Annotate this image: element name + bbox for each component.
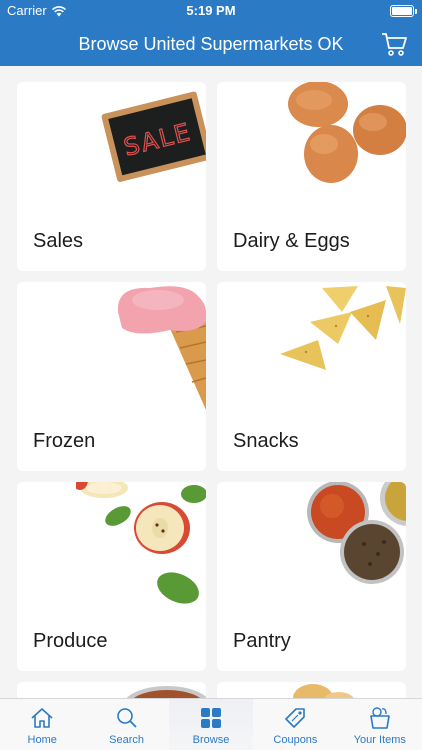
category-tile-sales[interactable]: SALE Sales: [17, 82, 206, 271]
spice-bowls-image: [307, 482, 406, 584]
tab-home[interactable]: Home: [0, 699, 84, 750]
category-label: Frozen: [33, 430, 96, 452]
category-label: Pantry: [233, 630, 291, 652]
tab-bar: Home Search Browse Coupons Your Items: [0, 698, 422, 750]
tab-coupons[interactable]: Coupons: [253, 699, 337, 750]
tab-label: Browse: [192, 734, 230, 746]
status-bar: Carrier 5:19 PM: [0, 0, 422, 22]
search-icon: [116, 708, 137, 728]
category-tile-snacks[interactable]: Snacks: [217, 282, 406, 471]
category-label: Snacks: [233, 430, 299, 452]
tab-label: Home: [27, 734, 57, 746]
nav-bar: Browse United Supermarkets OK: [0, 22, 422, 66]
status-time: 5:19 PM: [186, 3, 236, 18]
eggs-image: [288, 82, 406, 183]
battery-icon: [390, 5, 417, 17]
category-tile-dairy-eggs[interactable]: Dairy & Eggs: [217, 82, 406, 271]
category-label: Dairy & Eggs: [233, 230, 350, 252]
page-title: Browse United Supermarkets OK: [78, 34, 344, 54]
cart-icon[interactable]: [380, 30, 408, 58]
category-tile-frozen[interactable]: Frozen: [17, 282, 206, 471]
grid-icon: [201, 708, 222, 728]
tab-label: Your Items: [353, 734, 406, 746]
home-icon: [31, 708, 53, 728]
category-label: Produce: [33, 630, 108, 652]
tab-browse[interactable]: Browse: [168, 699, 254, 750]
category-tile-produce[interactable]: Produce: [17, 482, 206, 671]
battery-fill: [392, 7, 412, 15]
ice-cream-cone-image: [117, 286, 206, 410]
tag-icon: [285, 708, 306, 728]
apples-image: [76, 482, 206, 604]
tab-your-items[interactable]: Your Items: [338, 699, 422, 750]
tab-label: Coupons: [273, 734, 318, 746]
sale-chalkboard-image: SALE: [101, 91, 206, 182]
category-tile-pantry[interactable]: Pantry: [217, 482, 406, 671]
tab-search[interactable]: Search: [84, 699, 168, 750]
tortilla-chips-image: [280, 286, 406, 370]
category-label: Sales: [33, 230, 84, 252]
basket-icon: [370, 707, 390, 729]
tab-label: Search: [109, 734, 145, 746]
